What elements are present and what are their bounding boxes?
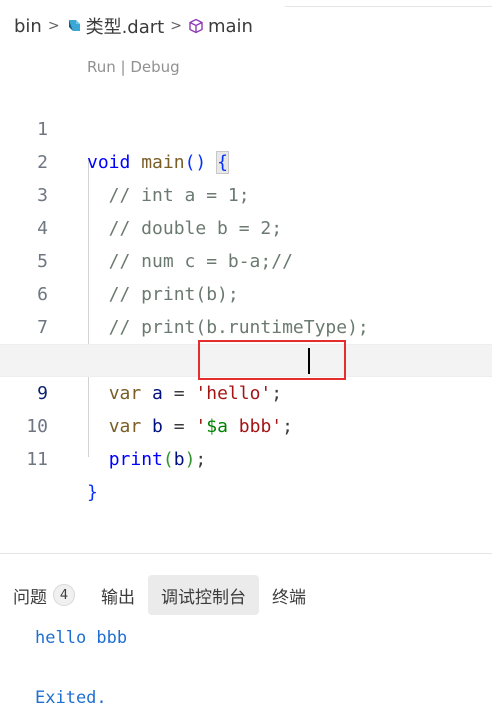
tab-problems-label: 问题 (13, 587, 47, 608)
code-editor[interactable]: Run | Debug 1 void main() { 2 // int a =… (0, 52, 492, 552)
panel-tabs: 问题 4 输出 调试控制台 终端 (0, 574, 319, 616)
breadcrumb-folder[interactable]: bin (14, 16, 42, 37)
breadcrumb: bin > 类型.dart > main (0, 0, 492, 52)
annotation-highlight-box (198, 340, 346, 380)
codelens-run-debug[interactable]: Run | Debug (87, 58, 180, 76)
tab-output[interactable]: 输出 (88, 575, 148, 615)
tab-output-label: 输出 (101, 587, 135, 608)
console-output-line: hello bbb (35, 628, 128, 648)
code-line[interactable]: 7 (0, 278, 492, 338)
tab-terminal-label: 终端 (272, 587, 306, 608)
console-output-line: Exited. (35, 688, 107, 708)
chevron-right-icon: > (47, 18, 60, 34)
breadcrumb-folder-label: bin (14, 15, 42, 37)
text-cursor (308, 348, 310, 374)
tab-debug-console-label: 调试控制台 (161, 587, 246, 608)
breadcrumb-file-label: 类型.dart (85, 17, 165, 38)
breadcrumb-file[interactable]: 类型.dart (66, 13, 165, 39)
cube-icon (189, 18, 203, 34)
problems-count-badge: 4 (53, 584, 75, 606)
tab-problems[interactable]: 问题 4 (0, 575, 88, 615)
bottom-panel: 问题 4 输出 调试控制台 终端 hello bbb Exited. (0, 553, 492, 718)
code-text: print(b); (108, 449, 207, 470)
code-line[interactable]: 3 // double b = 2; (0, 146, 492, 239)
tab-terminal[interactable]: 终端 (259, 575, 319, 615)
tab-debug-console[interactable]: 调试控制台 (148, 575, 259, 615)
breadcrumb-symbol[interactable]: main (188, 16, 253, 37)
code-line[interactable]: 4 // num c = b-a;// (0, 179, 492, 272)
divider (285, 0, 492, 7)
code-line[interactable]: 10 print(b); (0, 377, 492, 470)
code-text: } (87, 482, 98, 503)
code-line[interactable]: 11 } (0, 410, 492, 503)
breadcrumb-symbol-label: main (207, 15, 253, 37)
line-number: 11 (26, 449, 48, 470)
dart-file-icon (68, 20, 80, 31)
code-line[interactable]: 2 // int a = 1; (0, 113, 492, 206)
code-line[interactable]: 5 // print(b); (0, 212, 492, 305)
chevron-right-icon: > (170, 18, 182, 34)
code-line[interactable]: 1 void main() { (0, 80, 492, 174)
code-line[interactable]: 6 // print(b.runtimeType); (0, 245, 492, 338)
